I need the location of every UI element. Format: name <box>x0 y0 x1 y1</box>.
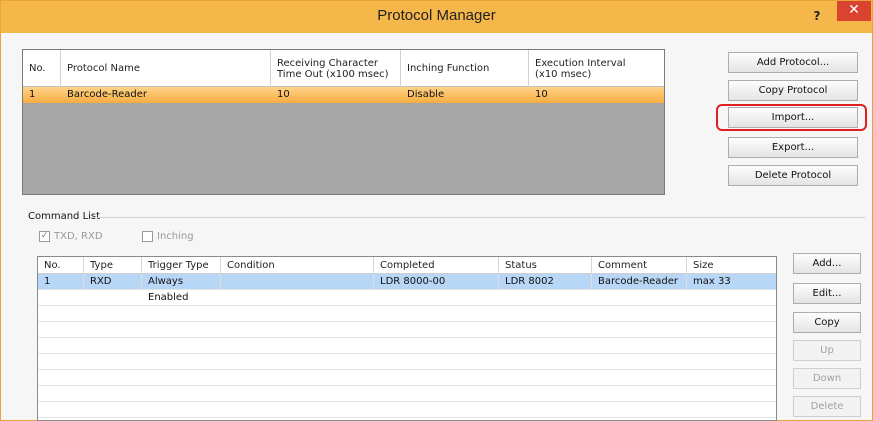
protocol-cell-inching: Disable <box>407 89 445 100</box>
import-button[interactable]: Import... <box>728 107 858 128</box>
txd-rxd-checkbox[interactable]: ✓ TXD, RXD <box>39 231 103 242</box>
command-row-empty[interactable] <box>38 354 776 370</box>
up-button[interactable]: Up <box>793 340 861 361</box>
title-bar: Protocol Manager ? ✕ <box>1 1 872 33</box>
add-command-button[interactable]: Add... <box>793 253 861 274</box>
protocol-table: No. Protocol Name Receiving Character Ti… <box>22 49 665 195</box>
down-button[interactable]: Down <box>793 368 861 389</box>
command-row-empty[interactable] <box>38 402 776 418</box>
protocol-table-header: No. Protocol Name Receiving Character Ti… <box>23 50 664 87</box>
cmd-cell-no: 1 <box>38 274 84 290</box>
cmd-col-type[interactable]: Type <box>84 257 142 274</box>
command-list-divider <box>90 217 865 218</box>
cmd-col-completed[interactable]: Completed <box>374 257 499 274</box>
command-row-empty[interactable] <box>38 386 776 402</box>
cmd-cell-status: LDR 8002 <box>499 274 592 290</box>
add-protocol-button[interactable]: Add Protocol... <box>728 52 858 73</box>
col-header-execution-interval[interactable]: Execution Interval (x10 msec) <box>529 50 664 87</box>
cmd-cell-trigger: Always Enabled <box>142 274 221 303</box>
command-row-empty[interactable] <box>38 370 776 386</box>
cmd-cell-comment: Barcode-Reader <box>592 274 687 290</box>
col-header-no[interactable]: No. <box>23 50 61 87</box>
cmd-cell-completed: LDR 8000-00 <box>374 274 499 290</box>
window-title: Protocol Manager <box>377 7 496 24</box>
delete-protocol-button[interactable]: Delete Protocol <box>728 165 858 186</box>
help-button[interactable]: ? <box>807 9 827 25</box>
cmd-col-status[interactable]: Status <box>499 257 592 274</box>
command-row-empty[interactable] <box>38 290 776 306</box>
export-button[interactable]: Export... <box>728 137 858 158</box>
copy-command-button[interactable]: Copy <box>793 312 861 333</box>
cmd-cell-size: max 33 <box>693 276 731 287</box>
command-row-empty[interactable] <box>38 338 776 354</box>
command-row[interactable]: 1 RXD Always Enabled LDR 8000-00 LDR 800… <box>38 274 776 303</box>
txd-rxd-label: TXD, RXD <box>54 231 103 242</box>
col-header-protocol-name[interactable]: Protocol Name <box>61 50 271 87</box>
command-table: No. Type Trigger Type Condition Complete… <box>37 256 777 421</box>
command-row-empty[interactable] <box>38 306 776 322</box>
checkbox-checked-icon: ✓ <box>39 231 50 242</box>
command-table-header: No. Type Trigger Type Condition Complete… <box>38 257 776 274</box>
cmd-col-condition[interactable]: Condition <box>221 257 374 274</box>
close-button[interactable]: ✕ <box>837 1 871 21</box>
cmd-col-trigger-type[interactable]: Trigger Type <box>142 257 221 274</box>
cmd-col-comment[interactable]: Comment <box>592 257 687 274</box>
cmd-col-no[interactable]: No. <box>38 257 84 274</box>
col-header-inching-function[interactable]: Inching Function <box>401 50 529 87</box>
checkbox-unchecked-icon <box>142 231 153 242</box>
cmd-cell-type: RXD <box>84 274 142 290</box>
cmd-cell-condition <box>221 274 374 290</box>
inching-label: Inching <box>157 231 194 242</box>
protocol-cell-no: 1 <box>29 89 36 100</box>
copy-protocol-button[interactable]: Copy Protocol <box>728 80 858 101</box>
protocol-cell-timeout: 10 <box>277 89 290 100</box>
inching-checkbox[interactable]: Inching <box>142 231 194 242</box>
col-header-receiving-timeout[interactable]: Receiving Character Time Out (x100 msec) <box>271 50 401 87</box>
delete-command-button[interactable]: Delete <box>793 396 861 417</box>
protocol-row[interactable]: 1 Barcode-Reader 10 Disable 10 <box>23 87 664 103</box>
cmd-col-size[interactable]: Size <box>687 257 776 274</box>
protocol-cell-interval: 10 <box>535 89 548 100</box>
protocol-cell-name: Barcode-Reader <box>67 89 147 100</box>
edit-command-button[interactable]: Edit... <box>793 283 861 304</box>
command-row-empty[interactable] <box>38 322 776 338</box>
